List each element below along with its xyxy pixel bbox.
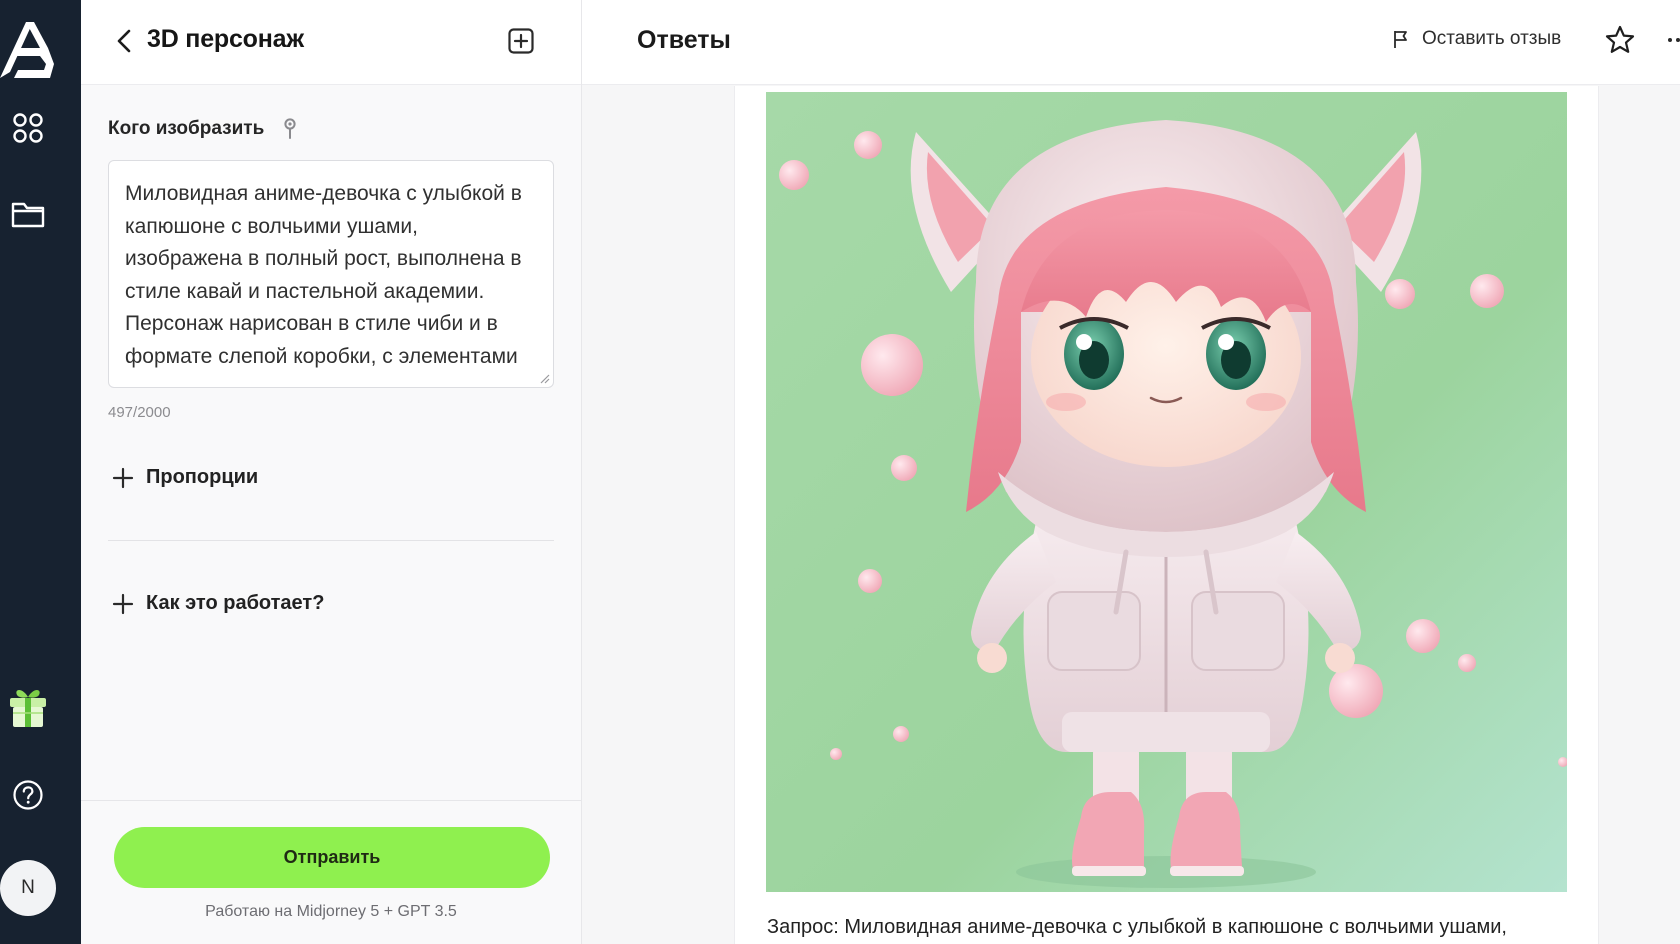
- more-options-icon[interactable]: [1666, 28, 1680, 52]
- expander-label: Как это работает?: [146, 592, 325, 614]
- resize-grip-icon[interactable]: [539, 373, 550, 384]
- prompt-field-label: Кого изобразить: [108, 118, 265, 139]
- answer-card: Запрос: Миловидная аниме-девочка с улыбк…: [734, 86, 1599, 944]
- plus-icon: [112, 467, 134, 488]
- generator-panel: 3D персонаж Кого изобразить Миловидная а…: [81, 0, 582, 944]
- generated-image[interactable]: [766, 92, 1567, 892]
- back-arrow-icon[interactable]: [115, 28, 133, 54]
- answers-area: Ответы Оставить отзыв Запрос: Миловидная…: [582, 0, 1680, 944]
- chibi-character-illustration: [766, 92, 1567, 892]
- logo-icon[interactable]: [0, 18, 58, 80]
- star-icon[interactable]: [1604, 24, 1636, 56]
- submit-button[interactable]: Отправить: [114, 827, 550, 888]
- prompt-textarea-value[interactable]: Миловидная аниме-девочка с улыбкой в кап…: [109, 161, 553, 373]
- apps-grid-icon[interactable]: [8, 108, 48, 148]
- powered-by-text: Работаю на Midjorney 5 + GPT 3.5: [205, 903, 457, 920]
- answers-title: Ответы: [637, 26, 731, 54]
- folder-icon[interactable]: [8, 194, 48, 234]
- query-text: Запрос: Миловидная аниме-девочка с улыбк…: [767, 916, 1507, 938]
- user-avatar[interactable]: N: [0, 860, 56, 916]
- panel-title: 3D персонаж: [147, 25, 304, 53]
- pin-icon[interactable]: [283, 118, 297, 140]
- flag-icon: [1394, 31, 1407, 48]
- feedback-button[interactable]: Оставить отзыв: [1392, 28, 1561, 50]
- app-rail: N: [0, 0, 81, 944]
- feedback-label: Оставить отзыв: [1422, 28, 1562, 49]
- help-icon[interactable]: [8, 775, 48, 815]
- char-counter: 497/2000: [108, 404, 171, 421]
- section-divider: [108, 540, 554, 541]
- new-chat-icon[interactable]: [507, 27, 535, 55]
- gift-icon[interactable]: [5, 685, 51, 731]
- proportions-expander[interactable]: Пропорции: [112, 466, 258, 489]
- plus-icon: [112, 593, 134, 614]
- footer-divider: [81, 800, 581, 801]
- panel-header: 3D персонаж: [81, 0, 581, 85]
- answers-header: Ответы Оставить отзыв: [582, 0, 1680, 85]
- prompt-textarea[interactable]: Миловидная аниме-девочка с улыбкой в кап…: [108, 160, 554, 388]
- expander-label: Пропорции: [146, 466, 259, 488]
- how-it-works-expander[interactable]: Как это работает?: [112, 592, 324, 615]
